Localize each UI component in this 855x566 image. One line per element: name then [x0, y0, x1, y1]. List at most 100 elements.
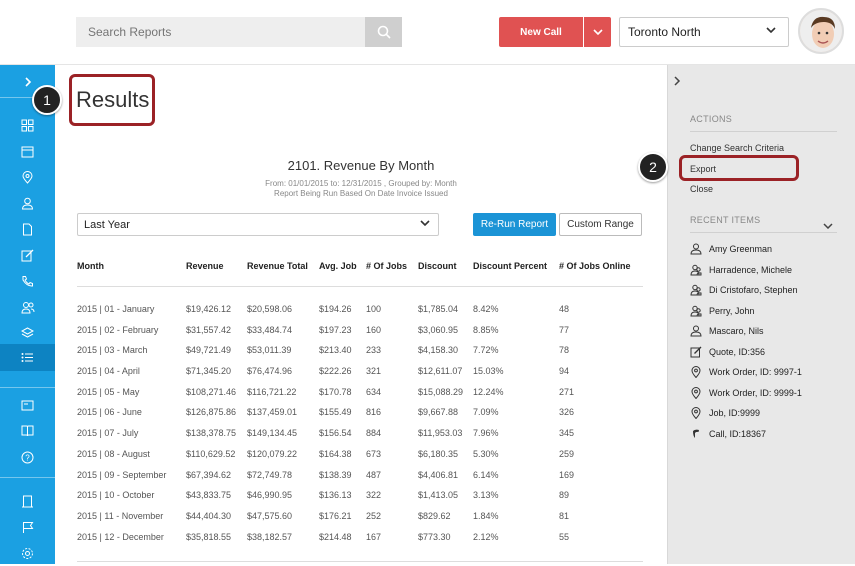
chevron-right-icon — [24, 77, 31, 87]
table-cell: 12.24% — [473, 386, 504, 397]
location-select[interactable]: Toronto North — [619, 17, 789, 47]
location-pin-icon — [690, 366, 702, 378]
sidebar-item-locations[interactable] — [0, 164, 55, 190]
table-row: 2015 | 02 - February $31,557.42 $33,484.74… — [77, 325, 643, 346]
table-cell: $108,271.46 — [186, 386, 237, 397]
table-header-cell[interactable]: Month — [77, 261, 104, 271]
recent-item-label: Amy Greenman — [709, 244, 773, 254]
recent-item-label: Work Order, ID: 9999-1 — [709, 387, 802, 398]
close-link[interactable]: Close — [690, 184, 713, 194]
new-call-button[interactable]: New Call — [499, 17, 583, 47]
right-panel-toggle[interactable] — [673, 73, 681, 91]
sidebar-item-quotes[interactable] — [0, 242, 55, 268]
table-cell: 2015 | 11 - November — [77, 510, 164, 521]
table-cell: 55 — [559, 531, 570, 542]
table-cell: $773.30 — [418, 531, 451, 542]
avatar[interactable] — [798, 8, 844, 54]
table-row: 2015 | 08 - August $110,629.52 $120,079.22… — [77, 449, 643, 470]
table-cell: 8.85% — [473, 324, 499, 335]
table-header-cell[interactable]: # Of Jobs — [366, 261, 407, 271]
table-header-cell[interactable]: Revenue Total — [247, 261, 308, 271]
table-header-cell[interactable]: Discount Percent — [473, 261, 547, 271]
table-cell: $33,484.74 — [247, 324, 293, 335]
table-row: 2015 | 12 - December $35,818.55 $38,182.57… — [77, 532, 643, 553]
sidebar-item-guide[interactable] — [0, 418, 55, 444]
table-cell: $3,060.95 — [418, 324, 459, 335]
recent-item[interactable]: Di Cristofaro, Stephen — [690, 283, 798, 297]
table-cell: 2015 | 10 - October — [77, 490, 155, 501]
sidebar-item-documents[interactable] — [0, 216, 55, 242]
edit-icon — [21, 249, 34, 261]
table-cell: $53,011.39 — [247, 345, 292, 356]
recent-item[interactable]: Mascaro, Nils — [690, 324, 764, 338]
sidebar-item-flags[interactable] — [0, 514, 55, 540]
recent-item-label: Di Cristofaro, Stephen — [709, 285, 798, 295]
custom-range-button[interactable]: Custom Range — [559, 213, 642, 236]
table-header-cell[interactable]: Discount — [418, 261, 457, 271]
location-value: Toronto North — [628, 25, 701, 39]
sidebar-item-team[interactable] — [0, 294, 55, 320]
sidebar-item-dashboard[interactable] — [0, 112, 55, 138]
table-cell: 2.12% — [473, 531, 499, 542]
sidebar-item-calls[interactable] — [0, 268, 55, 294]
sidebar: ? — [0, 65, 55, 564]
recent-item[interactable]: Work Order, ID: 9997-1 — [690, 365, 802, 379]
table-body: 2015 | 01 - January $19,426.12 $20,598.06 $… — [77, 304, 643, 552]
phone-icon — [22, 275, 33, 287]
period-select[interactable]: Last Year — [77, 213, 439, 236]
table-cell: 2015 | 04 - April — [77, 366, 140, 377]
recent-item-label: Mascaro, Nils — [709, 326, 764, 336]
search-input[interactable] — [76, 17, 365, 47]
table-header-cell[interactable]: Avg. Job — [319, 261, 357, 271]
recent-item[interactable]: Job, ID:9999 — [690, 406, 760, 420]
table-cell: 2015 | 09 - September — [77, 469, 167, 480]
location-pin-icon — [690, 407, 702, 419]
table-cell: 169 — [559, 469, 575, 480]
table-cell: $176.21 — [319, 510, 352, 521]
sidebar-item-calendar[interactable] — [0, 138, 55, 164]
sidebar-item-help[interactable]: ? — [0, 444, 55, 470]
recent-item[interactable]: Amy Greenman — [690, 242, 772, 256]
sidebar-item-cards[interactable] — [0, 392, 55, 418]
recent-item-label: Work Order, ID: 9997-1 — [709, 367, 802, 377]
sidebar-item-company[interactable] — [0, 488, 55, 514]
sidebar-item-reports[interactable] — [0, 344, 55, 371]
table-cell: 2015 | 02 - February — [77, 324, 159, 335]
location-pin-icon — [690, 386, 702, 399]
recent-item[interactable]: Perry, John — [690, 304, 754, 318]
recent-item[interactable]: Call, ID:18367 — [690, 427, 766, 441]
sidebar-item-customers[interactable] — [0, 190, 55, 216]
table-cell: 2015 | 05 - May — [77, 386, 140, 397]
table-cell: $213.40 — [319, 345, 352, 356]
recent-item[interactable]: Harradence, Michele — [690, 263, 792, 277]
chevron-down-icon — [823, 223, 833, 230]
recent-items-divider — [690, 232, 837, 233]
table-header-cell[interactable]: Revenue — [186, 261, 224, 271]
table-header-divider — [77, 286, 643, 287]
rerun-report-button[interactable]: Re-Run Report — [473, 213, 556, 236]
table-header-cell[interactable]: # Of Jobs Online — [559, 261, 631, 271]
table-cell: 271 — [559, 386, 575, 397]
table-cell: $4,158.30 — [418, 345, 459, 356]
table-cell: 160 — [366, 324, 382, 335]
recent-item[interactable]: Work Order, ID: 9999-1 — [690, 386, 802, 400]
change-search-criteria-link[interactable]: Change Search Criteria — [690, 143, 784, 153]
chevron-down-icon — [420, 220, 430, 226]
table-cell: $829.62 — [418, 510, 451, 521]
table-footer-divider — [77, 561, 643, 562]
table-cell: $19,426.12 — [186, 304, 232, 314]
sidebar-item-settings[interactable] — [0, 540, 55, 566]
building-icon — [22, 495, 33, 507]
sidebar-item-inventory[interactable] — [0, 320, 55, 346]
table-cell: $110,629.52 — [186, 448, 236, 459]
report-subtitle-note: Report Being Run Based On Date Invoice I… — [274, 189, 448, 198]
table-row: 2015 | 03 - March $49,721.49 $53,011.39 $21… — [77, 345, 643, 366]
table-row: 2015 | 07 - July $138,378.75 $149,134.45 $1… — [77, 428, 643, 449]
new-call-dropdown-button[interactable] — [584, 17, 611, 47]
table-cell: $38,182.57 — [247, 531, 293, 542]
search-button[interactable] — [365, 17, 402, 47]
recent-item[interactable]: Quote, ID:356 — [690, 345, 765, 359]
table-cell: $72,749.78 — [247, 469, 293, 480]
table-cell: $43,833.75 — [186, 490, 232, 501]
table-cell: 89 — [559, 490, 570, 501]
